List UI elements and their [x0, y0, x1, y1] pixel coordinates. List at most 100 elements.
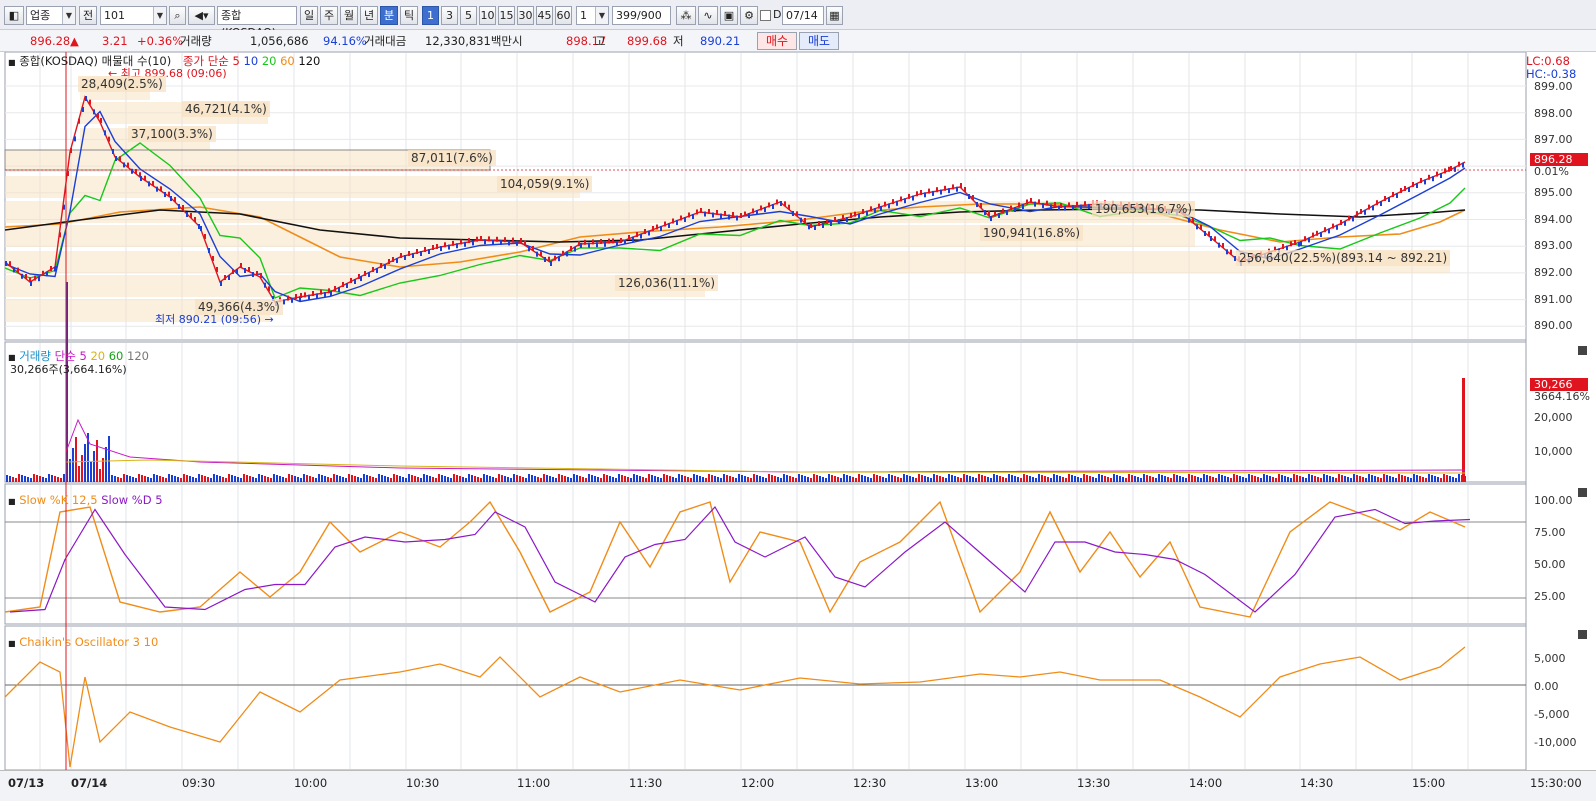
chart-area[interactable]: ■ 종합(KOSDAQ) 매물대 수(10) 종가 단순 5 10 20 60 …: [0, 52, 1596, 801]
chart-canvas[interactable]: [0, 52, 1596, 801]
volume-bar: [1038, 474, 1040, 482]
volume-bar: [186, 475, 188, 482]
volume-bar: [591, 475, 593, 482]
trendline-icon[interactable]: ∿: [698, 6, 718, 25]
candle: [748, 213, 750, 218]
volume-bar: [1371, 475, 1373, 482]
candle: [208, 248, 210, 253]
period-tick-button[interactable]: 틱: [400, 6, 418, 25]
period-minute-button[interactable]: 분: [380, 6, 398, 25]
candle: [224, 275, 226, 280]
volume-bar: [741, 475, 743, 482]
candle: [1336, 224, 1338, 230]
period-year-button[interactable]: 년: [360, 6, 378, 25]
candle: [338, 287, 340, 292]
candle: [320, 289, 322, 295]
interval-60-button[interactable]: 60: [555, 6, 572, 25]
save-icon[interactable]: ▣: [720, 6, 738, 25]
candle: [504, 237, 506, 243]
jeon-button[interactable]: 전: [79, 6, 97, 25]
interval-45-button[interactable]: 45: [536, 6, 553, 25]
n-select[interactable]: 1 ▼: [576, 6, 609, 25]
volume-bar: [927, 477, 929, 482]
volume-bar: [225, 478, 227, 482]
candle: [1038, 199, 1040, 205]
volume-bar: [1179, 476, 1181, 482]
volume-bar: [318, 474, 320, 482]
candle: [1050, 204, 1052, 210]
pane-collapse-icon[interactable]: [1578, 346, 1587, 355]
candle: [768, 202, 770, 208]
interval-3-button[interactable]: 3: [441, 6, 458, 25]
volume-bar: [957, 477, 959, 482]
volume-bar: [393, 474, 395, 482]
interval-30-button[interactable]: 30: [517, 6, 534, 25]
candle: [604, 241, 606, 247]
volume-bar: [1029, 476, 1031, 482]
volume-bar: [474, 476, 476, 482]
y-tick: 892.00: [1534, 266, 1573, 279]
volume-bar: [1071, 475, 1073, 482]
volume-bar: [534, 476, 536, 482]
interval-15-button[interactable]: 15: [498, 6, 515, 25]
candle: [55, 266, 57, 271]
x-label: 12:00: [741, 776, 775, 790]
calendar-icon[interactable]: ▦: [826, 6, 843, 25]
candle: [200, 226, 202, 231]
candle: [1222, 243, 1224, 248]
candle: [1054, 202, 1056, 207]
period-week-button[interactable]: 주: [320, 6, 338, 25]
interval-10-button[interactable]: 10: [479, 6, 496, 25]
indicator-icon[interactable]: ⁂: [676, 6, 696, 25]
candle: [920, 190, 922, 195]
period-day-button[interactable]: 일: [300, 6, 318, 25]
volume-bar: [552, 477, 554, 482]
interval-1-button[interactable]: 1: [422, 6, 439, 25]
volume-bar: [747, 477, 749, 482]
volume-bar: [1137, 477, 1139, 482]
sell-button[interactable]: 매도: [799, 32, 839, 50]
volume-bar: [657, 477, 659, 482]
volume-bar: [861, 475, 863, 482]
pane-collapse-icon[interactable]: [1578, 630, 1587, 639]
volume-bar: [294, 476, 296, 482]
candle: [912, 195, 914, 201]
sound-icon[interactable]: ◀▾: [188, 6, 215, 25]
volume-bar: [873, 474, 875, 482]
volume-ma-title: 단순: [54, 349, 76, 363]
volume-bar: [273, 474, 275, 482]
candle: [708, 209, 710, 214]
volume-bar: [906, 475, 908, 482]
candle: [956, 186, 958, 192]
buy-button[interactable]: 매수: [757, 32, 797, 50]
candle: [588, 242, 590, 248]
volume-bar: [354, 476, 356, 482]
volume-bar: [1419, 476, 1421, 482]
volume-bar: [237, 477, 239, 482]
code-input[interactable]: 101 ▼: [100, 6, 167, 25]
y-tick: 20,000: [1534, 411, 1573, 424]
search-icon[interactable]: ⌕: [169, 6, 186, 25]
candle: [964, 187, 966, 192]
volume-bar: [669, 476, 671, 482]
volume-bar: [693, 474, 695, 482]
interval-5-button[interactable]: 5: [460, 6, 477, 25]
d-checkbox[interactable]: [760, 10, 771, 21]
volume-bar: [732, 477, 734, 482]
volume-bar: [579, 476, 581, 482]
volume-bar: [1356, 475, 1358, 482]
gear-icon[interactable]: ⚙: [740, 6, 758, 25]
date-input[interactable]: 07/14: [782, 6, 824, 25]
count-display[interactable]: 399/900: [612, 6, 671, 25]
candle: [772, 204, 774, 209]
candle: [928, 188, 930, 194]
category-select[interactable]: 업종 ▼: [26, 6, 76, 25]
pane-collapse-icon[interactable]: [1578, 488, 1587, 497]
candle: [624, 239, 626, 245]
volume-bar: [231, 475, 233, 482]
period-month-button[interactable]: 월: [340, 6, 358, 25]
volume-bar: [147, 477, 149, 482]
chart-menu-icon[interactable]: ◧: [4, 6, 24, 25]
volume-bar: [1380, 478, 1382, 482]
candle: [1372, 205, 1374, 211]
